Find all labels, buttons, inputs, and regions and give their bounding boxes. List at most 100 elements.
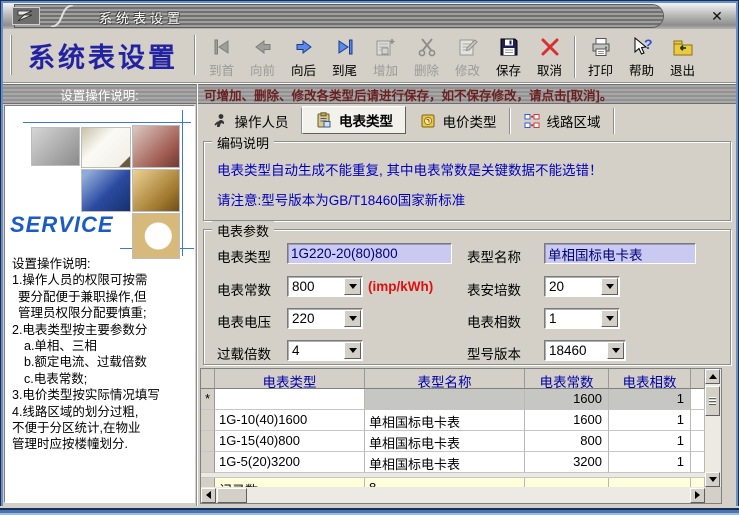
meter-type-grid: 电表类型 表型名称 电表常数 电表相数 * 1600 1 1G-10(40)16… (200, 368, 722, 504)
grid-header-filler (691, 369, 705, 389)
row-marker[interactable] (201, 452, 215, 473)
grid-cell[interactable]: 单相国标电卡表 (365, 431, 525, 452)
close-icon[interactable]: ✕ (708, 7, 726, 25)
overload-combo[interactable]: 4 (287, 340, 363, 361)
chevron-down-icon[interactable] (344, 342, 361, 359)
grid-header-cell[interactable]: 电表常数 (525, 369, 609, 389)
table-row[interactable]: 1G-10(40)1600 单相国标电卡表 1600 1 (201, 410, 705, 431)
tab-operators[interactable]: 操作人员 (198, 108, 302, 134)
instruction-line: 3.电价类型按实际情况填写 (12, 388, 160, 403)
model-version-label: 型号版本 (467, 347, 521, 362)
meter-type-clipboard-icon (315, 112, 333, 128)
model-version-combo[interactable]: 18460 (544, 340, 626, 361)
grid-cell[interactable] (215, 389, 365, 410)
add-record-button[interactable]: 增加 (365, 32, 406, 82)
grid-cell[interactable]: 1600 (525, 410, 609, 431)
record-count-row: 记录数 8 (201, 478, 705, 487)
row-marker[interactable] (201, 410, 215, 431)
horizontal-scroll-thumb[interactable] (217, 487, 247, 503)
record-count-value: 8 (365, 478, 525, 487)
chevron-down-icon[interactable] (601, 310, 618, 327)
last-record-button[interactable]: 到尾 (324, 32, 365, 82)
grid-header-cell[interactable]: 电表类型 (215, 369, 365, 389)
vertical-scroll-thumb[interactable] (705, 386, 720, 416)
grid-horizontal-scrollbar[interactable] (201, 487, 705, 503)
phase-label: 电表相数 (467, 315, 521, 330)
collage-crosshair-line (182, 110, 183, 256)
app-logo-icon[interactable] (12, 7, 40, 25)
chevron-down-icon[interactable] (607, 342, 624, 359)
toolbar-button-label: 到尾 (331, 64, 357, 78)
chevron-down-icon[interactable] (344, 278, 361, 295)
print-button[interactable]: 打印 (580, 32, 621, 82)
grid-cell[interactable]: 单相国标电卡表 (365, 410, 525, 431)
grid-cell-filler (691, 452, 705, 473)
first-record-button[interactable]: 到首 (201, 32, 242, 82)
combo-value: 18460 (549, 343, 587, 358)
modify-record-button[interactable]: 修改 (447, 32, 488, 82)
nav-prev-icon (250, 34, 276, 60)
meter-type-field[interactable] (287, 243, 452, 264)
meter-constant-combo[interactable]: 800 (287, 276, 363, 297)
grid-cell-filler (691, 478, 705, 487)
grid-header-row: 电表类型 表型名称 电表常数 电表相数 (201, 369, 705, 389)
window-title: 系统表设置 (99, 11, 185, 26)
grid-cell[interactable]: 3200 (525, 452, 609, 473)
table-row[interactable]: * 1600 1 (201, 389, 705, 410)
cancel-button[interactable]: 取消 (529, 32, 570, 82)
tab-price-types[interactable]: 电价类型 (406, 108, 510, 134)
grid-cell[interactable]: 800 (525, 431, 609, 452)
combo-value: 20 (549, 279, 565, 294)
tab-meter-types[interactable]: 电表类型 (302, 106, 406, 134)
overload-label: 过载倍数 (217, 347, 271, 362)
next-record-button[interactable]: 向后 (283, 32, 324, 82)
scroll-down-icon[interactable] (705, 472, 720, 487)
tab-line-regions[interactable]: 线路区域 (510, 108, 614, 134)
help-button[interactable]: ? 帮助 (621, 32, 662, 82)
scroll-right-icon[interactable] (690, 487, 705, 503)
table-row[interactable]: 1G-15(40)800 单相国标电卡表 800 1 (201, 431, 705, 452)
sidebar-instructions: 设置操作说明: 1.操作人员的权限可按需 要分配便于兼职操作,但 管理员权限分配… (12, 256, 192, 453)
toolbar-button-label: 删除 (413, 64, 439, 78)
grid-header-cell[interactable]: 表型名称 (365, 369, 525, 389)
chevron-down-icon[interactable] (601, 278, 618, 295)
grid-cell[interactable]: 1 (609, 431, 691, 452)
chevron-down-icon[interactable] (344, 310, 361, 327)
model-name-field[interactable] (544, 243, 696, 264)
ampere-combo[interactable]: 20 (544, 276, 620, 297)
grid-cell[interactable]: 1600 (525, 389, 609, 410)
grid-cell[interactable]: 1 (609, 389, 691, 410)
exit-button[interactable]: 退出 (662, 32, 703, 82)
record-count-label: 记录数 (215, 478, 365, 487)
coding-info-line2: 请注意:型号版本为GB/T18460国家新标准 (217, 193, 466, 208)
grid-cell-filler (691, 410, 705, 431)
photo-tools (132, 125, 180, 168)
instruction-line: 管理员权限分配要慎重; (18, 306, 147, 321)
grid-cell[interactable]: 1G-15(40)800 (215, 431, 365, 452)
grid-cell[interactable]: 1 (609, 452, 691, 473)
nav-next-icon (291, 34, 317, 60)
title-bar[interactable]: 系统表设置 ✕ (3, 3, 736, 29)
grid-cell-filler (609, 478, 691, 487)
phase-combo[interactable]: 1 (544, 308, 620, 329)
scroll-left-icon[interactable] (201, 487, 216, 503)
scroll-up-icon[interactable] (705, 369, 720, 384)
grid-cell[interactable]: 1G-10(40)1600 (215, 410, 365, 431)
grid-cell[interactable]: 1 (609, 410, 691, 431)
grid-header-cell[interactable]: 电表相数 (609, 369, 691, 389)
row-marker[interactable]: * (201, 389, 215, 410)
delete-scissors-icon (414, 34, 440, 60)
grid-vertical-scrollbar[interactable] (705, 369, 721, 487)
prev-record-button[interactable]: 向前 (242, 32, 283, 82)
voltage-combo[interactable]: 220 (287, 308, 363, 329)
row-marker[interactable] (201, 431, 215, 452)
save-button[interactable]: 保存 (488, 32, 529, 82)
grid-cell[interactable] (365, 389, 525, 410)
grid-cell[interactable]: 1G-5(20)3200 (215, 452, 365, 473)
scrollbar-corner (705, 487, 721, 503)
table-row[interactable]: 1G-5(20)3200 单相国标电卡表 3200 1 (201, 452, 705, 473)
grid-cell[interactable]: 单相国标电卡表 (365, 452, 525, 473)
params-group-title: 电表参数 (212, 221, 275, 240)
photo-watch-parts (132, 169, 180, 212)
delete-record-button[interactable]: 删除 (406, 32, 447, 82)
